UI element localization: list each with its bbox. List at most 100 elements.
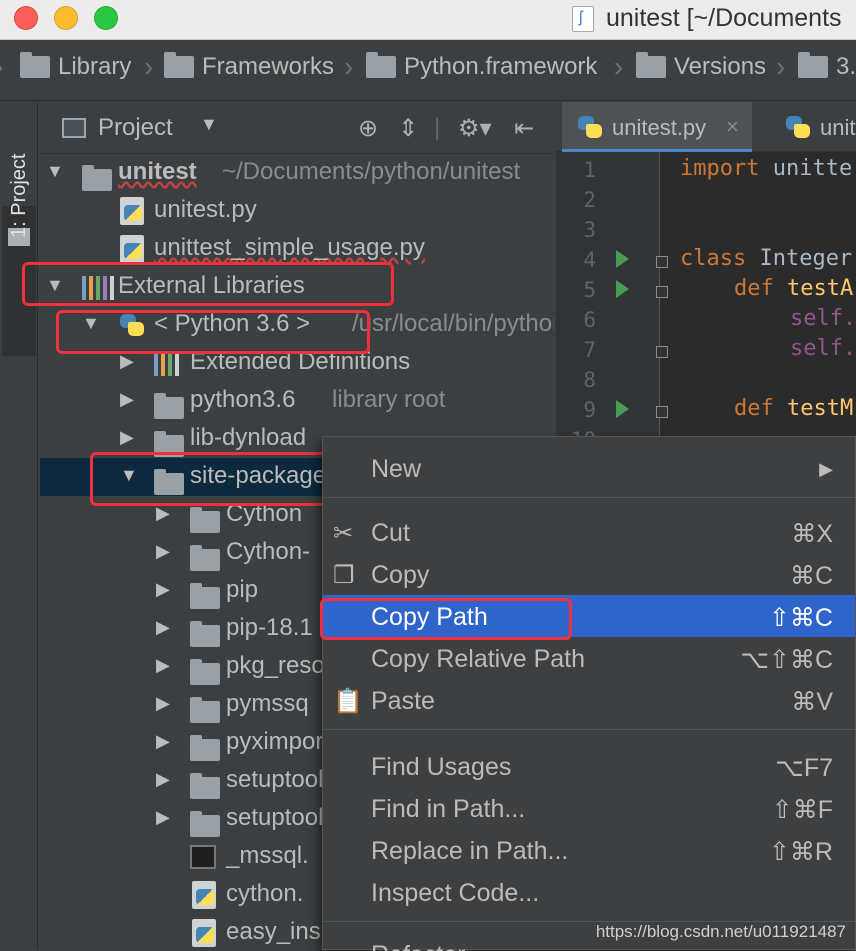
folder-icon bbox=[20, 52, 50, 78]
terminal-file-icon bbox=[190, 845, 216, 876]
tree-file-unitest-py[interactable]: unitest.py bbox=[40, 192, 554, 230]
breadcrumb-item-library[interactable]: Library bbox=[20, 52, 131, 81]
menu-item-inspect-code[interactable]: Inspect Code... bbox=[323, 871, 855, 913]
python-file-icon bbox=[120, 197, 144, 232]
menu-separator bbox=[323, 497, 855, 498]
menu-item-find-usages[interactable]: Find Usages ⌥F7 bbox=[323, 745, 855, 787]
collapse-all-icon[interactable]: ⇕ bbox=[398, 114, 418, 143]
watermark: https://blog.csdn.net/u011921487 bbox=[595, 922, 846, 941]
code-line-9[interactable]: def testM bbox=[734, 396, 853, 421]
menu-item-new[interactable]: New ▶ bbox=[323, 447, 855, 489]
expand-arrow-icon[interactable]: ▶ bbox=[156, 579, 170, 600]
folder-icon bbox=[190, 734, 228, 763]
minimize-window-button[interactable] bbox=[54, 6, 78, 30]
expand-arrow-icon[interactable]: ▶ bbox=[156, 769, 170, 790]
tab-unitest-py[interactable]: unitest.py × bbox=[562, 102, 752, 152]
project-view-icon bbox=[62, 118, 86, 138]
code-line-6[interactable]: self. bbox=[790, 306, 856, 331]
python-icon bbox=[784, 114, 812, 146]
project-tool-label[interactable]: 1: Project bbox=[8, 154, 31, 238]
expand-arrow-icon[interactable]: ▶ bbox=[120, 351, 134, 372]
folder-icon bbox=[190, 544, 228, 573]
expand-arrow-icon[interactable]: ▶ bbox=[156, 693, 170, 714]
menu-item-copy-relative-path[interactable]: Copy Relative Path ⌥⇧⌘C bbox=[323, 637, 855, 679]
folder-icon bbox=[190, 810, 228, 839]
toolbar-divider: | bbox=[434, 114, 441, 141]
menu-item-paste[interactable]: 📋 Paste ⌘V bbox=[323, 679, 855, 721]
paste-icon: 📋 bbox=[333, 688, 363, 715]
run-gutter-icon[interactable] bbox=[616, 400, 629, 418]
tab-unittest-simple-usage[interactable]: unitt bbox=[764, 102, 856, 152]
breadcrumb-separator: › bbox=[0, 51, 3, 83]
close-icon[interactable]: × bbox=[726, 114, 739, 140]
close-window-button[interactable] bbox=[14, 6, 38, 30]
menu-item-find-in-path[interactable]: Find in Path... ⇧⌘F bbox=[323, 787, 855, 829]
document-icon bbox=[572, 6, 594, 32]
hide-panel-icon[interactable]: ⇤ bbox=[514, 114, 534, 143]
expand-arrow-icon[interactable]: ▶ bbox=[156, 503, 170, 524]
expand-arrow-icon[interactable]: ▶ bbox=[120, 427, 134, 448]
breadcrumb-separator: › bbox=[344, 51, 354, 82]
folder-icon bbox=[190, 506, 228, 535]
folder-icon bbox=[366, 52, 396, 78]
breadcrumb-separator: › bbox=[614, 51, 624, 82]
title-bar: unitest [~/Documents bbox=[0, 0, 856, 40]
breadcrumb-item-3[interactable]: 3. bbox=[798, 52, 856, 81]
expand-arrow-icon[interactable]: ▶ bbox=[156, 541, 170, 562]
code-line-7[interactable]: self. bbox=[790, 336, 856, 361]
breadcrumb: › Library › Frameworks › Python.framewor… bbox=[0, 41, 856, 101]
folder-icon bbox=[190, 620, 228, 649]
menu-item-copy[interactable]: ❐ Copy ⌘C bbox=[323, 553, 855, 595]
expand-arrow-icon[interactable]: ▶ bbox=[156, 731, 170, 752]
code-line-1[interactable]: import unitte bbox=[680, 156, 852, 181]
folder-icon bbox=[164, 52, 194, 78]
window-title: unitest [~/Documents bbox=[606, 4, 842, 32]
code-line-4[interactable]: class Integer bbox=[680, 246, 852, 271]
breadcrumb-separator: › bbox=[144, 51, 154, 82]
annotation-box-python-sdk bbox=[56, 310, 370, 354]
expand-arrow-icon[interactable]: ▼ bbox=[46, 161, 64, 182]
chevron-down-icon[interactable]: ▼ bbox=[200, 114, 218, 135]
expand-arrow-icon[interactable]: ▶ bbox=[120, 389, 134, 410]
menu-item-replace-in-path[interactable]: Replace in Path... ⇧⌘R bbox=[323, 829, 855, 871]
gear-icon[interactable]: ⚙▾ bbox=[458, 114, 492, 143]
zoom-window-button[interactable] bbox=[94, 6, 118, 30]
annotation-box-external-libraries bbox=[22, 262, 394, 306]
menu-separator bbox=[323, 729, 855, 730]
fold-icon[interactable] bbox=[656, 346, 668, 358]
code-line-5[interactable]: def testA bbox=[734, 276, 853, 301]
menu-item-cut[interactable]: ✂ Cut ⌘X bbox=[323, 511, 855, 553]
folder-icon bbox=[154, 392, 192, 421]
folder-icon bbox=[636, 52, 666, 78]
submenu-arrow-icon: ▶ bbox=[819, 459, 833, 479]
expand-arrow-icon[interactable]: ▶ bbox=[156, 655, 170, 676]
editor-tabs: unitest.py × unitt bbox=[556, 102, 856, 152]
locate-icon[interactable]: ⊕ bbox=[358, 114, 378, 143]
breadcrumb-item-frameworks[interactable]: Frameworks bbox=[164, 52, 334, 81]
folder-icon bbox=[798, 52, 828, 78]
scissors-icon: ✂ bbox=[333, 520, 354, 547]
expand-arrow-icon[interactable]: ▶ bbox=[156, 807, 170, 828]
tree-node-root[interactable]: ▼ unitest ~/Documents/python/unitest bbox=[40, 154, 554, 192]
expand-arrow-icon[interactable]: ▶ bbox=[156, 617, 170, 638]
copy-icon: ❐ bbox=[333, 562, 355, 589]
annotation-box-site-packages bbox=[90, 452, 342, 506]
tree-node-python36[interactable]: ▶ python3.6 library root bbox=[40, 382, 554, 420]
fold-icon[interactable] bbox=[656, 256, 668, 268]
project-panel-title[interactable]: Project bbox=[98, 114, 173, 142]
breadcrumb-separator: › bbox=[776, 51, 786, 82]
folder-icon bbox=[190, 696, 228, 725]
run-gutter-icon[interactable] bbox=[616, 280, 629, 298]
python-file-icon bbox=[192, 881, 216, 916]
library-icon bbox=[154, 350, 179, 383]
fold-icon[interactable] bbox=[656, 286, 668, 298]
folder-icon bbox=[190, 658, 228, 687]
fold-icon[interactable] bbox=[656, 406, 668, 418]
folder-icon bbox=[190, 772, 228, 801]
breadcrumb-item-versions[interactable]: Versions bbox=[636, 52, 766, 81]
breadcrumb-item-python-framework[interactable]: Python.framework bbox=[366, 52, 597, 81]
python-icon bbox=[576, 114, 604, 146]
folder-icon bbox=[190, 582, 228, 611]
run-gutter-icon[interactable] bbox=[616, 250, 629, 268]
project-panel-header: Project ▼ ⊕ ⇕ | ⚙▾ ⇤ bbox=[40, 102, 554, 154]
